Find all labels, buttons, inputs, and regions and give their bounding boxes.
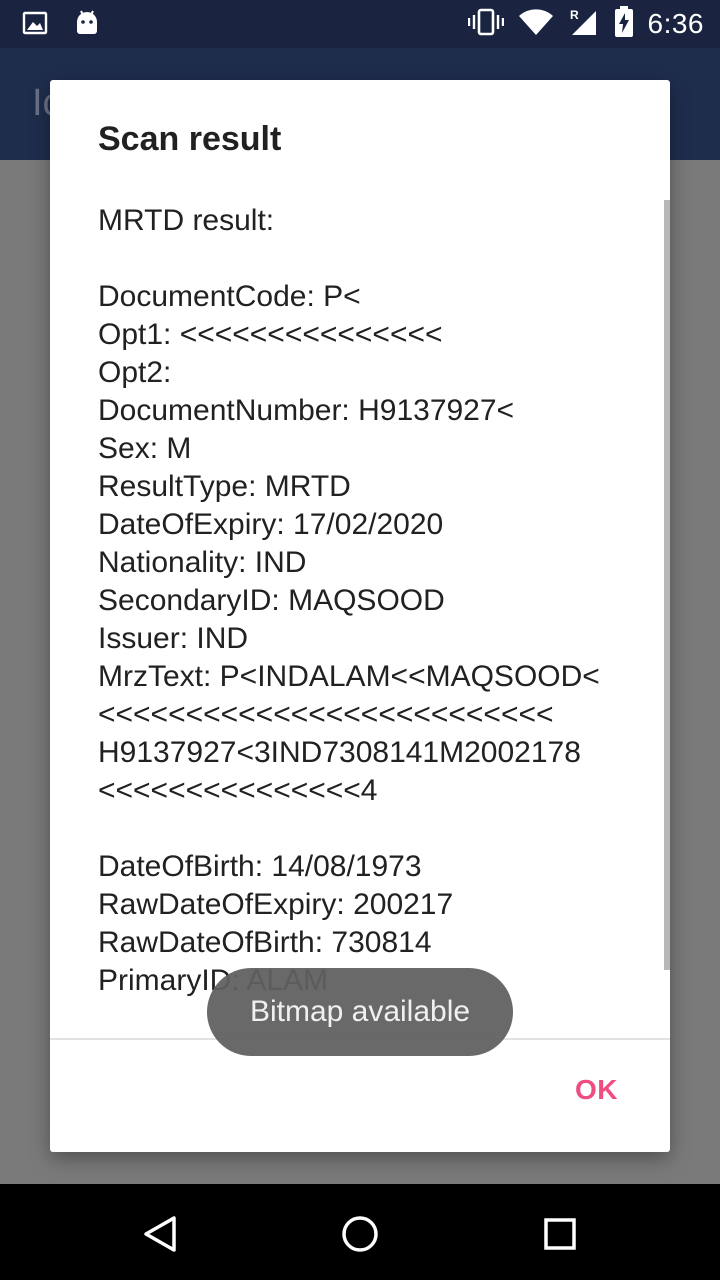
result-line: RawDateOfExpiry: 200217	[98, 888, 454, 921]
wifi-icon	[518, 8, 554, 40]
back-icon	[144, 1216, 176, 1252]
result-line: <<<<<<<<<<<<<<<<<<<<<<<<<<	[98, 698, 554, 731]
scrollbar[interactable]	[664, 200, 670, 970]
result-line: Opt2:	[98, 356, 180, 389]
status-bar: R 6:36	[0, 0, 720, 48]
result-line: DateOfExpiry: 17/02/2020	[98, 508, 444, 541]
home-button[interactable]	[338, 1212, 382, 1256]
back-button[interactable]	[138, 1212, 182, 1256]
image-notification-icon	[22, 10, 48, 40]
dialog-title: Scan result	[98, 120, 282, 158]
result-line: DocumentNumber: H9137927<	[98, 394, 515, 427]
signal-roaming-icon: R	[568, 7, 600, 41]
toast-message: Bitmap available	[249, 995, 471, 1028]
result-line: MRTD result:	[98, 204, 275, 237]
result-line: SecondaryID: MAQSOOD	[98, 584, 445, 617]
result-line: Opt1: <<<<<<<<<<<<<<<	[98, 318, 443, 351]
result-line: DateOfBirth: 14/08/1973	[98, 850, 422, 883]
result-line: <<<<<<<<<<<<<<<4	[98, 774, 378, 807]
result-line: H9137927<3IND7308141M2002178	[98, 736, 581, 769]
result-line: RawDateOfBirth: 730814	[98, 926, 432, 959]
result-line: DocumentCode: P<	[98, 280, 361, 313]
result-line: Issuer: IND	[98, 622, 249, 655]
dialog-message[interactable]: MRTD result: DocumentCode: P< Opt1: <<<<<…	[98, 202, 638, 1038]
result-line: ResultType: MRTD	[98, 470, 351, 503]
home-icon	[342, 1216, 378, 1252]
result-line: Nationality: IND	[98, 546, 307, 579]
recents-icon	[544, 1218, 576, 1250]
result-line: Sex: M	[98, 432, 192, 465]
navigation-bar	[0, 1184, 720, 1280]
status-time: 6:36	[647, 8, 704, 39]
vibrate-icon	[467, 7, 504, 41]
android-notification-icon	[74, 10, 100, 40]
result-line	[98, 810, 638, 848]
battery-charging-icon	[614, 6, 634, 42]
toast: Bitmap available	[207, 968, 513, 1056]
result-line	[98, 240, 638, 278]
result-line: MrzText: P<INDALAM<<MAQSOOD<	[98, 660, 600, 693]
svg-text:R: R	[570, 8, 579, 22]
ok-button[interactable]: OK	[575, 1074, 618, 1106]
recents-button[interactable]	[538, 1212, 582, 1256]
